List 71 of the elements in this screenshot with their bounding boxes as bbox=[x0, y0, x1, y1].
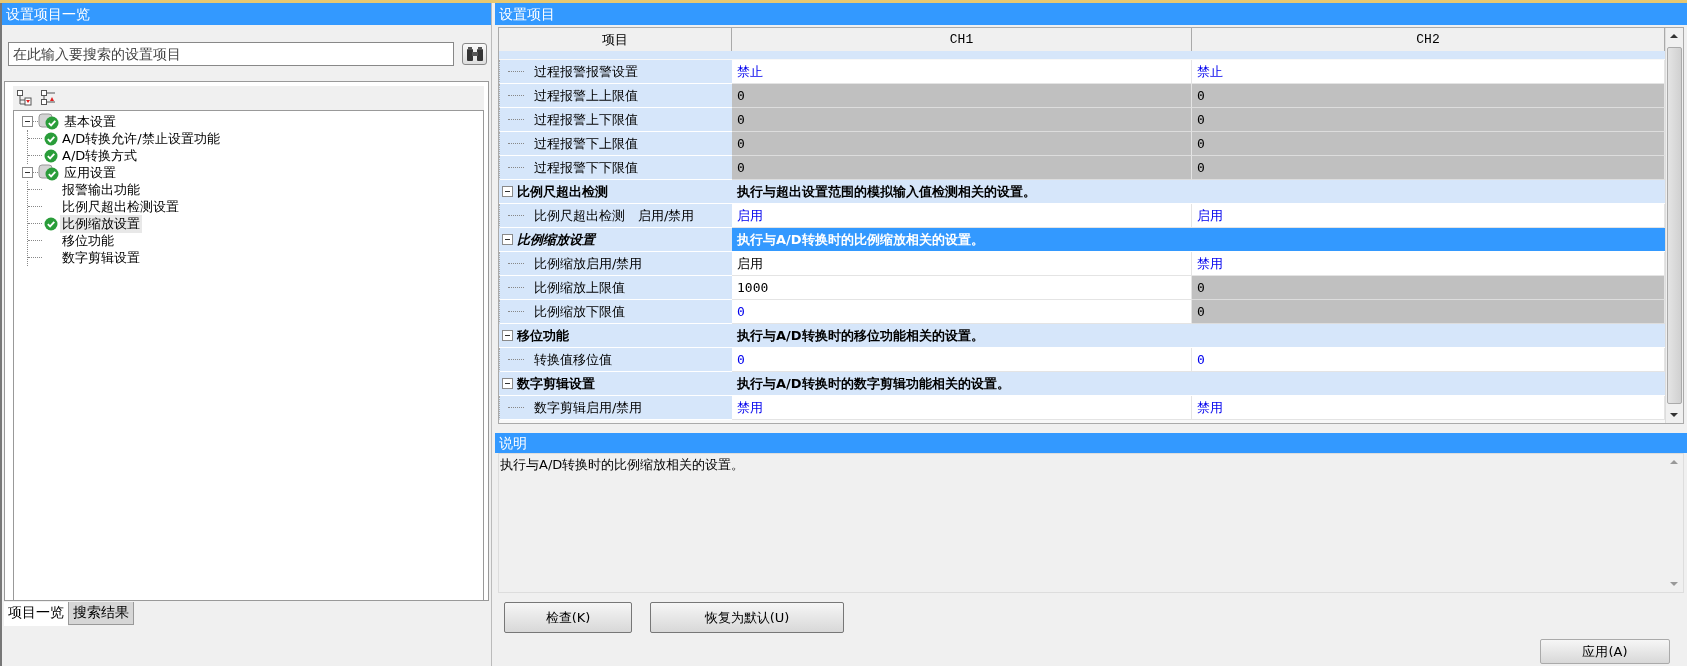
group-description: 执行与A/D转换时的移位功能相关的设置。 bbox=[732, 324, 1665, 348]
collapse-icon[interactable] bbox=[502, 186, 513, 197]
setting-name: 比例尺超出检测 启用/禁用 bbox=[534, 206, 695, 225]
setting-name: 过程报警上上限值 bbox=[534, 86, 638, 105]
table-cell[interactable]: 启用 bbox=[1192, 204, 1665, 228]
collapse-icon[interactable] bbox=[502, 378, 513, 389]
table-cell: 0 bbox=[732, 132, 1192, 156]
table-cell[interactable]: 禁用 bbox=[732, 396, 1192, 420]
tree-item[interactable]: 数字剪辑设置 bbox=[60, 248, 142, 267]
column-header[interactable]: 项目 bbox=[499, 28, 732, 52]
table-cell: 0 bbox=[1192, 276, 1665, 300]
setting-name: 转换值移位值 bbox=[534, 350, 612, 369]
collapse-icon[interactable] bbox=[502, 330, 513, 341]
group-name[interactable]: 移位功能 bbox=[517, 326, 569, 345]
table-cell[interactable]: 禁止 bbox=[1192, 60, 1665, 84]
group-description: 执行与超出设置范围的模拟输入值检测相关的设置。 bbox=[732, 180, 1665, 204]
table-cell[interactable]: 禁止 bbox=[732, 60, 1192, 84]
apply-button[interactable]: 应用(A) bbox=[1540, 639, 1670, 664]
panel-title: 设置项目一览 bbox=[2, 3, 491, 25]
tab[interactable]: 搜索结果 bbox=[68, 602, 134, 625]
table-cell: 0 bbox=[1192, 84, 1665, 108]
search-button[interactable] bbox=[462, 43, 487, 65]
tree-item[interactable]: A/D转换允许/禁止设置功能 bbox=[60, 129, 222, 148]
tree-item[interactable]: 移位功能 bbox=[60, 231, 116, 250]
table-cell[interactable]: 启用 bbox=[732, 204, 1192, 228]
binoculars-icon bbox=[464, 46, 485, 62]
collapse-icon[interactable] bbox=[22, 167, 33, 178]
setting-name: 数字剪辑启用/禁用 bbox=[534, 398, 643, 417]
action-button[interactable]: 检查(K) bbox=[504, 602, 632, 633]
tree-item[interactable]: 比例缩放设置 bbox=[60, 214, 142, 233]
tree-item[interactable]: 应用设置 bbox=[62, 163, 118, 182]
table-cell: 0 bbox=[1192, 108, 1665, 132]
column-header[interactable]: CH2 bbox=[1192, 28, 1665, 52]
setting-name: 比例缩放下限值 bbox=[534, 302, 625, 321]
table-cell[interactable]: 0 bbox=[732, 300, 1192, 324]
table-cell: 0 bbox=[1192, 156, 1665, 180]
description-text: 执行与A/D转换时的比例缩放相关的设置。 bbox=[499, 456, 746, 474]
tree-item[interactable]: A/D转换方式 bbox=[60, 146, 140, 165]
table-cell: 0 bbox=[732, 156, 1192, 180]
setting-name: 比例缩放启用/禁用 bbox=[534, 254, 643, 273]
table-cell[interactable]: 禁用 bbox=[1192, 396, 1665, 420]
tree-item[interactable]: 比例尺超出检测设置 bbox=[60, 197, 181, 216]
scrollbar[interactable] bbox=[1665, 28, 1683, 423]
action-button[interactable]: 恢复为默认(U) bbox=[650, 602, 844, 633]
table-cell[interactable]: 0 bbox=[732, 348, 1192, 372]
table-cell: 0 bbox=[1192, 300, 1665, 324]
table-cell: 0 bbox=[1192, 132, 1665, 156]
table-cell: 0 bbox=[732, 108, 1192, 132]
table-cell[interactable]: 禁用 bbox=[1192, 252, 1665, 276]
group-description: 执行与A/D转换时的数字剪辑功能相关的设置。 bbox=[732, 372, 1665, 396]
setting-name: 过程报警上下限值 bbox=[534, 110, 638, 129]
tree-item[interactable]: 基本设置 bbox=[62, 112, 118, 131]
search-field[interactable]: 在此输入要搜索的设置项目 bbox=[8, 42, 455, 66]
setting-name: 过程报警下下限值 bbox=[534, 158, 638, 177]
expand-all-icon[interactable] bbox=[41, 90, 57, 106]
table-cell[interactable]: 0 bbox=[1192, 348, 1665, 372]
setting-name: 过程报警下上限值 bbox=[534, 134, 638, 153]
table-cell: 0 bbox=[732, 84, 1192, 108]
panel-title: 设置项目 bbox=[495, 3, 1687, 25]
tree-item[interactable]: 报警输出功能 bbox=[60, 180, 142, 199]
group-description: 执行与A/D转换时的比例缩放相关的设置。 bbox=[732, 228, 1665, 252]
panel-title: 说明 bbox=[495, 433, 1687, 453]
collapse-icon[interactable] bbox=[502, 234, 513, 245]
collapse-icon[interactable] bbox=[22, 116, 33, 127]
tab[interactable]: 项目一览 bbox=[4, 602, 68, 626]
table-cell[interactable]: 启用 bbox=[732, 252, 1192, 276]
setting-name: 过程报警报警设置 bbox=[534, 62, 638, 81]
setting-name: 比例缩放上限值 bbox=[534, 278, 625, 297]
collapse-all-icon[interactable] bbox=[17, 90, 33, 106]
column-header[interactable]: CH1 bbox=[732, 28, 1192, 52]
table-cell[interactable]: 1000 bbox=[732, 276, 1192, 300]
